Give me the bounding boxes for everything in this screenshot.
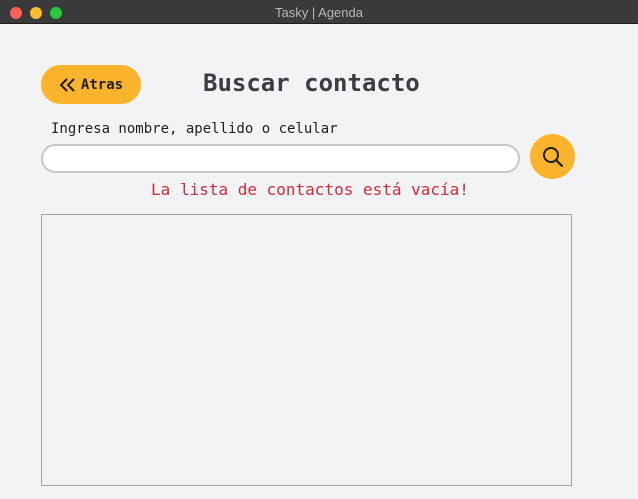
- app-window: Tasky | Agenda Atras Buscar contacto Ing…: [0, 0, 638, 499]
- contacts-list[interactable]: [41, 214, 572, 486]
- window-title: Tasky | Agenda: [275, 5, 363, 20]
- search-field-label: Ingresa nombre, apellido o celular: [51, 121, 338, 137]
- search-button[interactable]: [530, 134, 575, 179]
- empty-list-message-row: La lista de contactos está vacía!: [0, 180, 620, 199]
- empty-list-message: La lista de contactos está vacía!: [151, 180, 469, 199]
- chevrons-left-icon: [59, 77, 77, 93]
- magnifier-icon: [542, 146, 564, 168]
- search-input[interactable]: [41, 144, 520, 173]
- title-bar: Tasky | Agenda: [0, 0, 638, 24]
- back-button-label: Atras: [80, 76, 124, 93]
- page-title: Buscar contacto: [203, 69, 420, 97]
- back-button[interactable]: Atras: [41, 65, 141, 104]
